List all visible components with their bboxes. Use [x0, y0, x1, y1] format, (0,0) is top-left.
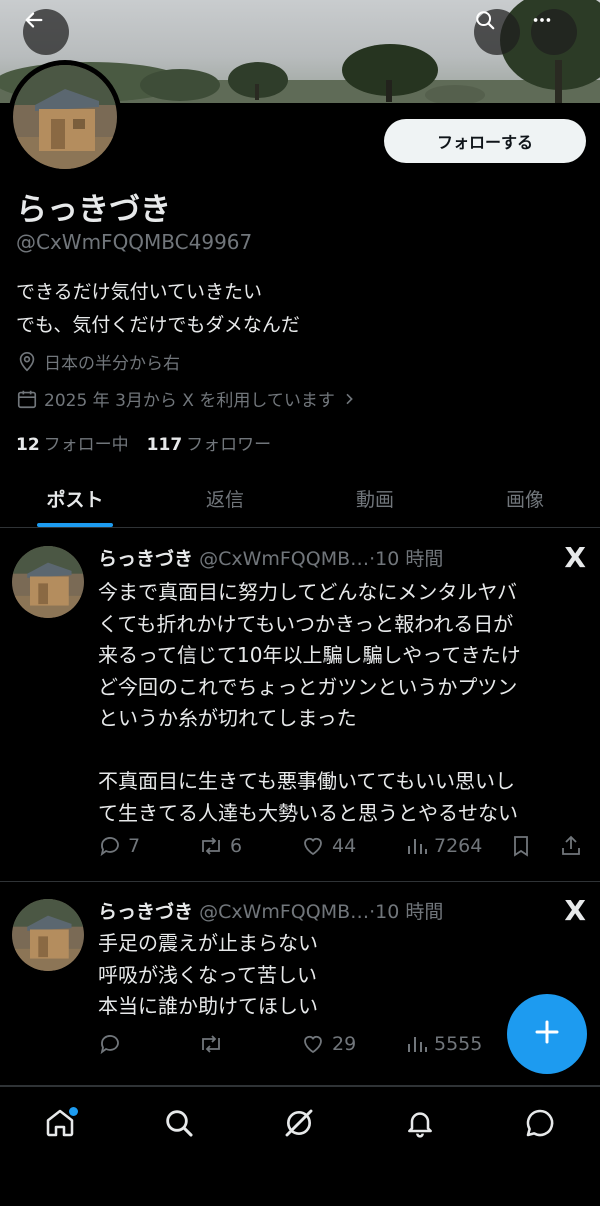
location-pin-icon	[16, 351, 38, 373]
nav-grok[interactable]	[279, 1105, 319, 1145]
more-button[interactable]	[531, 9, 577, 55]
views-button[interactable]: 7264	[406, 834, 482, 858]
share-button[interactable]	[560, 834, 582, 858]
bio-line: できるだけ気付いていきたい	[16, 281, 263, 303]
views-chart-icon	[406, 834, 428, 858]
views-count: 7264	[434, 835, 483, 857]
following-label: フォロー中	[43, 435, 129, 455]
like-button[interactable]: 29	[300, 1032, 356, 1056]
post-author-handle: @CxWmFQQMB…	[199, 548, 370, 570]
bookmark-icon	[510, 834, 532, 858]
post-item[interactable]: らっきづき @CxWmFQQMB…·10 時間 X 今まで真面目に努力してどんな…	[0, 529, 600, 882]
post-text-line: 手足の震えが止まらない	[98, 931, 318, 955]
shed-image	[13, 65, 117, 169]
post-text-line: ど今回のこれでちょっとガツンというかプツン	[98, 674, 518, 699]
repost-button[interactable]	[198, 1032, 230, 1056]
calendar-icon	[16, 388, 38, 410]
post-text-line: というか糸が切れてしまった	[98, 706, 357, 730]
notification-dot	[69, 1107, 78, 1116]
share-icon	[560, 834, 582, 858]
reply-count: 7	[128, 835, 141, 857]
joined-text: 2025 年 3月から X を利用しています	[44, 391, 335, 411]
post-header: らっきづき @CxWmFQQMB…·10 時間	[98, 544, 443, 571]
nav-messages[interactable]	[520, 1105, 560, 1145]
follow-button[interactable]: フォローする	[384, 119, 586, 163]
post-text: 手足の震えが止まらない 呼吸が浅くなって苦しい 本当に誰か助けてほしい	[98, 928, 588, 1023]
heart-icon	[300, 834, 326, 858]
grok-icon	[283, 1107, 315, 1143]
post-text-line: 今まで真面目に努力してどんなにメンタルヤバ	[98, 580, 517, 604]
following-link[interactable]: 12 フォロー中	[16, 430, 129, 455]
views-button[interactable]: 5555	[406, 1032, 482, 1056]
post-text-line	[98, 735, 588, 767]
post-item[interactable]: らっきづき @CxWmFQQMB…·10 時間 X 手足の震えが止まらない 呼吸…	[0, 882, 600, 1086]
reply-icon	[98, 834, 122, 858]
post-text-line: くても折れかけてもいつかきっと報われる日が	[98, 611, 514, 636]
search-icon	[163, 1107, 195, 1143]
user-handle: @CxWmFQQMBC49967	[16, 230, 253, 254]
heart-icon	[300, 1032, 326, 1056]
repost-icon	[198, 1032, 224, 1056]
post-author-name: らっきづき	[98, 901, 194, 923]
tab-images[interactable]: 画像	[450, 470, 600, 527]
nav-search[interactable]	[159, 1105, 199, 1145]
location-row: 日本の半分から右	[16, 349, 180, 374]
post-text: 今まで真面目に努力してどんなにメンタルヤバ くても折れかけてもいつかきっと報われ…	[98, 577, 588, 829]
post-text-line: 不真面目に生きても悪事働いててもいい思いし	[98, 769, 515, 793]
compose-button[interactable]	[507, 994, 587, 1074]
repost-count: 6	[230, 835, 243, 857]
like-count: 44	[332, 835, 357, 857]
search-button[interactable]	[474, 9, 520, 55]
notifications-icon	[404, 1107, 436, 1143]
x-logo-icon[interactable]: X	[564, 541, 586, 574]
nav-notifications[interactable]	[400, 1105, 440, 1145]
profile-avatar[interactable]	[8, 60, 122, 174]
views-chart-icon	[406, 1032, 428, 1056]
followers-count: 117	[146, 435, 183, 455]
like-button[interactable]: 44	[300, 834, 356, 858]
back-button[interactable]	[23, 9, 69, 55]
repost-button[interactable]: 6	[198, 834, 242, 858]
tab-videos[interactable]: 動画	[300, 470, 450, 527]
location-text: 日本の半分から右	[44, 354, 180, 374]
post-author-name: らっきづき	[98, 548, 194, 570]
chevron-right-icon	[341, 391, 357, 407]
followers-link[interactable]: 117 フォロワー	[147, 430, 272, 455]
bottom-navigation	[0, 1086, 600, 1206]
bio-line: でも、気付くだけでもダメなんだ	[16, 314, 300, 336]
post-text-line: て生きてる人達も大勢いると思うとやるせない	[98, 800, 518, 825]
follow-counts: 12 フォロー中 117 フォロワー	[16, 430, 271, 455]
post-time: ·10 時間	[369, 901, 444, 923]
reply-button[interactable]	[98, 1032, 128, 1056]
nav-home[interactable]	[40, 1105, 80, 1145]
repost-icon	[198, 834, 224, 858]
post-header: らっきづき @CxWmFQQMB…·10 時間	[98, 897, 443, 924]
followers-label: フォロワー	[186, 435, 272, 455]
joined-row[interactable]: 2025 年 3月から X を利用しています	[16, 386, 357, 411]
messages-icon	[524, 1107, 556, 1143]
post-avatar[interactable]	[12, 546, 84, 618]
profile-tabs: ポスト 返信 動画 画像	[0, 470, 600, 528]
post-text-line: 来るって信じて10年以上騙し騙しやってきたけ	[98, 643, 521, 667]
profile-bio: できるだけ気付いていきたい でも、気付くだけでもダメなんだ	[16, 276, 300, 342]
post-avatar[interactable]	[12, 899, 84, 971]
post-author-handle: @CxWmFQQMB…	[199, 901, 370, 923]
tab-posts[interactable]: ポスト	[0, 470, 150, 527]
like-count: 29	[332, 1033, 357, 1055]
reply-icon	[98, 1032, 122, 1056]
x-logo-icon[interactable]: X	[564, 894, 586, 927]
views-count: 5555	[434, 1033, 483, 1055]
tab-replies[interactable]: 返信	[150, 470, 300, 527]
post-actions: 7 6 44 7264	[98, 834, 588, 862]
bookmark-button[interactable]	[510, 834, 532, 858]
post-time: ·10 時間	[369, 548, 444, 570]
display-name: らっきづき	[16, 192, 171, 228]
post-text-line: 呼吸が浅くなって苦しい	[98, 962, 317, 987]
reply-button[interactable]: 7	[98, 834, 140, 858]
following-count: 12	[16, 435, 40, 455]
plus-icon	[532, 1017, 562, 1051]
